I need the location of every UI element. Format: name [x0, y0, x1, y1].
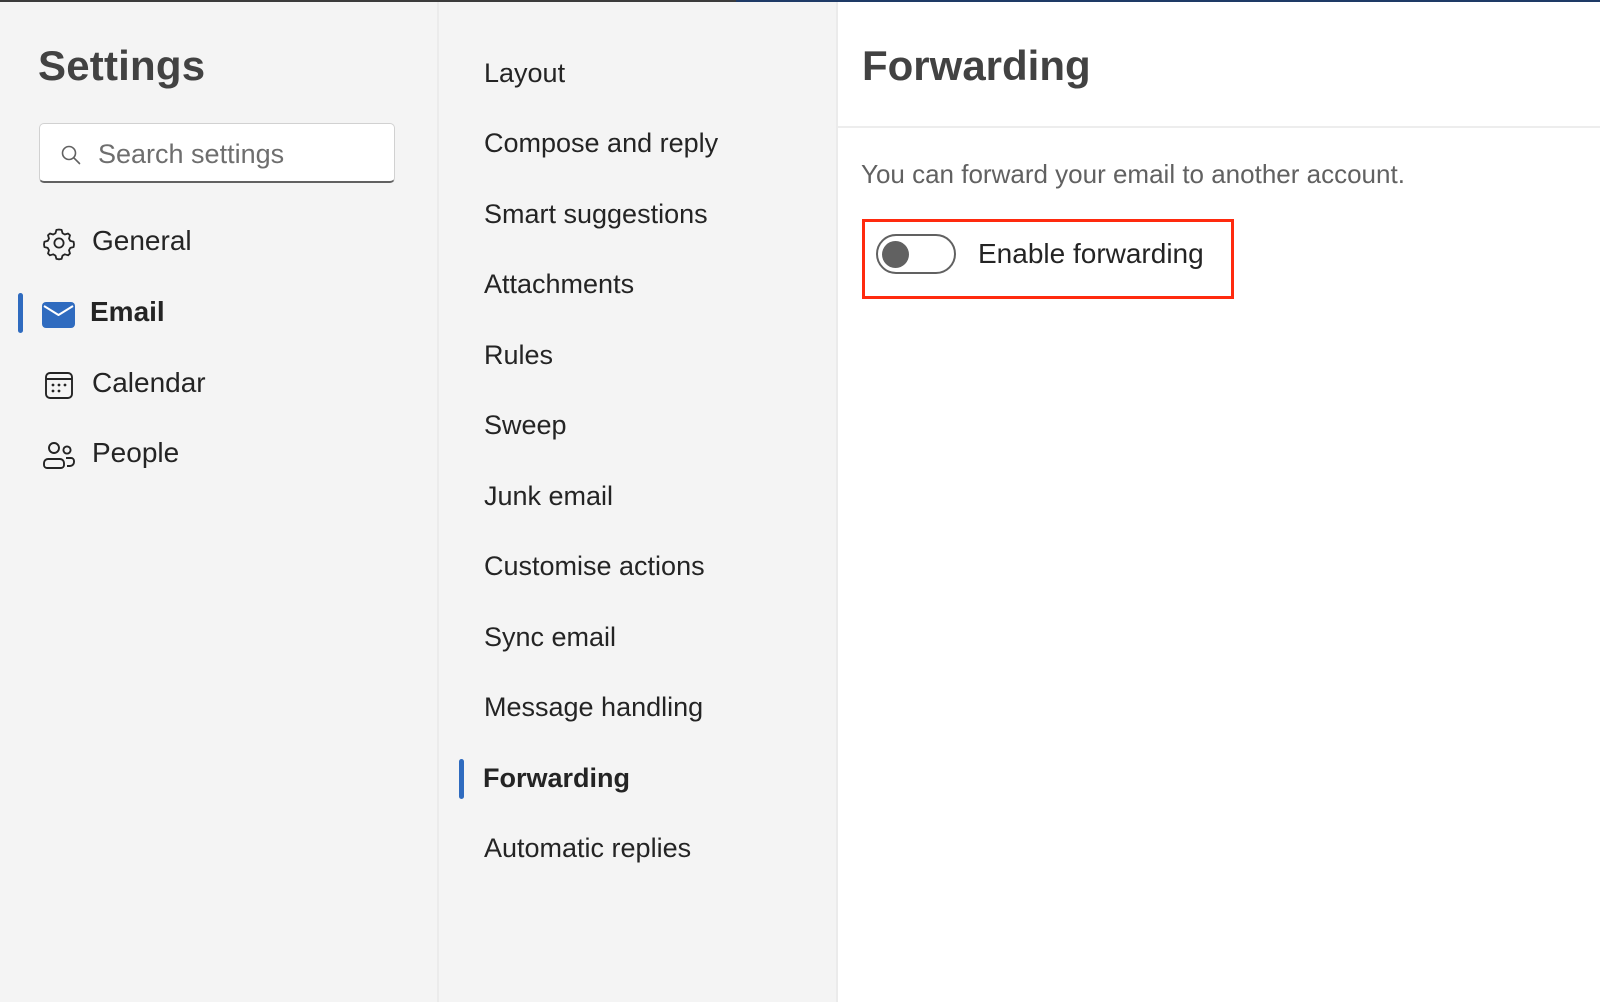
nav-item-label: Email: [90, 296, 165, 327]
menu-item-automatic-replies[interactable]: Automatic replies: [439, 821, 836, 877]
menu-item-layout[interactable]: Layout: [439, 46, 836, 102]
menu-item-label: Rules: [484, 340, 554, 370]
menu-item-junk-email[interactable]: Junk email: [439, 469, 836, 525]
menu-item-label: Forwarding: [483, 763, 630, 793]
gear-icon: [43, 228, 75, 261]
menu-item-label: Automatic replies: [484, 833, 692, 863]
active-indicator: [459, 759, 464, 799]
toggle-knob: [882, 241, 909, 268]
menu-item-label: Layout: [484, 58, 566, 88]
nav-item-people[interactable]: People: [0, 424, 437, 484]
menu-item-sync-email[interactable]: Sync email: [439, 610, 836, 666]
settings-sidebar: Settings General Email: [0, 2, 439, 1002]
search-icon: [61, 145, 81, 165]
nav-item-label: General: [92, 225, 192, 256]
menu-item-label: Junk email: [484, 481, 614, 511]
menu-item-forwarding[interactable]: Forwarding: [439, 751, 836, 807]
search-settings-input[interactable]: [96, 132, 390, 176]
nav-item-calendar[interactable]: Calendar: [0, 354, 437, 414]
menu-item-label: Compose and reply: [484, 128, 719, 158]
menu-item-label: Sweep: [484, 410, 567, 440]
menu-item-attachments[interactable]: Attachments: [439, 257, 836, 313]
calendar-icon: [45, 372, 73, 399]
menu-item-compose-and-reply[interactable]: Compose and reply: [439, 116, 836, 172]
mail-icon: [42, 302, 75, 328]
search-settings-box[interactable]: [39, 123, 395, 183]
menu-item-label: Customise actions: [484, 551, 705, 581]
menu-item-rules[interactable]: Rules: [439, 328, 836, 384]
header-divider: [838, 126, 1600, 128]
menu-item-sweep[interactable]: Sweep: [439, 398, 836, 454]
settings-title: Settings: [38, 42, 206, 89]
forwarding-description: You can forward your email to another ac…: [861, 159, 1405, 189]
enable-forwarding-toggle[interactable]: [876, 234, 956, 274]
forwarding-content-pane: Forwarding You can forward your email to…: [838, 2, 1600, 1002]
menu-item-message-handling[interactable]: Message handling: [439, 680, 836, 736]
menu-item-label: Message handling: [484, 692, 704, 722]
page-title: Forwarding: [862, 42, 1091, 89]
menu-item-label: Smart suggestions: [484, 199, 708, 229]
active-indicator: [18, 293, 23, 333]
nav-item-label: People: [92, 437, 180, 468]
menu-item-customise-actions[interactable]: Customise actions: [439, 539, 836, 595]
nav-item-general[interactable]: General: [0, 212, 437, 272]
menu-item-smart-suggestions[interactable]: Smart suggestions: [439, 187, 836, 243]
menu-item-label: Sync email: [484, 622, 617, 652]
menu-item-label: Attachments: [484, 269, 635, 299]
people-icon: [43, 442, 75, 469]
email-settings-menu: Layout Compose and reply Smart suggestio…: [439, 2, 838, 1002]
nav-item-label: Calendar: [92, 367, 206, 398]
nav-item-email[interactable]: Email: [0, 283, 437, 343]
enable-forwarding-label[interactable]: Enable forwarding: [978, 238, 1204, 270]
